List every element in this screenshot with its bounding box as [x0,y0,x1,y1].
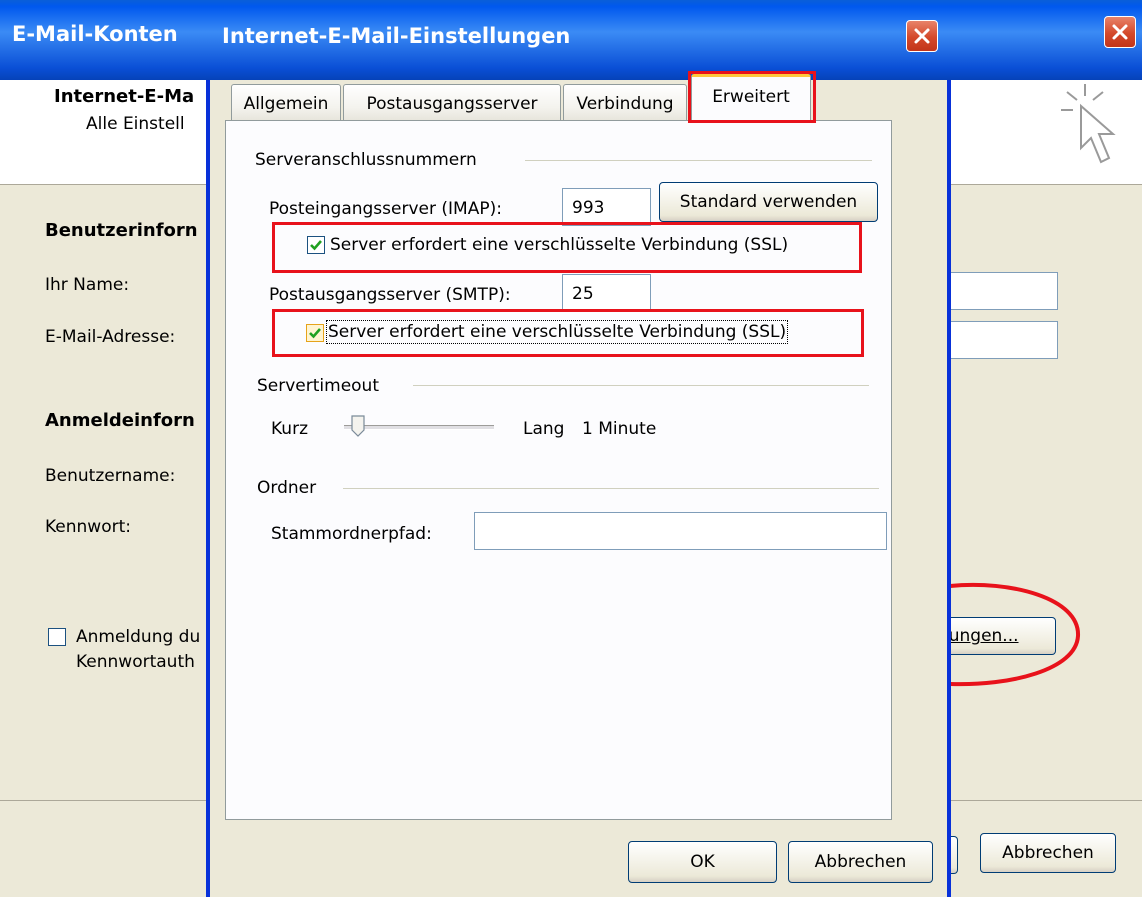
outgoing-port-value: 25 [572,284,594,304]
tab-postausgangsserver-label: Postausgangsserver [366,94,538,114]
label-password: Kennwort: [45,517,131,537]
incoming-ssl-checkbox[interactable] [307,236,325,254]
back-window-close-button[interactable] [1104,16,1136,48]
email-field-right-part[interactable] [950,321,1058,359]
checkmark-icon [310,240,322,251]
auth-checkbox-label-1: Anmeldung du [76,627,201,647]
dialog-title: Internet-E-Mail-Einstellungen [222,24,571,48]
dialog-close-button[interactable] [906,20,938,52]
group-timeout-label: Servertimeout [257,376,379,396]
back-cancel-button-label: Abbrechen [1002,843,1094,863]
timeout-slider[interactable] [340,412,500,442]
outgoing-port-label: Postausgangsserver (SMTP): [269,285,511,305]
outgoing-port-field[interactable]: 25 [562,274,651,312]
label-username: Benutzername: [45,466,176,486]
tab-verbindung-label: Verbindung [576,94,674,114]
timeout-short-label: Kurz [271,419,308,439]
section-user-info: Benutzerinforn [45,220,198,241]
slider-thumb-icon[interactable] [351,415,365,437]
cancel-button[interactable]: Abbrechen [788,841,933,883]
incoming-port-value: 993 [572,198,605,218]
outgoing-ssl-checkbox[interactable] [306,324,324,342]
label-name: Ihr Name: [45,275,130,295]
root-path-field[interactable] [474,512,887,550]
checkmark-icon [309,328,321,339]
group-folders-line [343,488,879,489]
timeout-slider-track [344,425,494,430]
tab-erweitert-highlight [688,71,816,123]
incoming-ssl-label: Server erfordert eine verschlüsselte Ver… [330,235,789,255]
cursor-sparkle-icon [1061,84,1116,164]
section-login-info: Anmeldeinforn [45,410,195,431]
group-timeout-line [413,385,869,386]
outgoing-ssl-label: Server erfordert eine verschlüsselte Ver… [325,320,789,344]
group-server-ports-label: Serveranschlussnummern [255,150,477,170]
back-cancel-button[interactable]: Abbrechen [980,833,1116,873]
root-path-label: Stammordnerpfad: [271,524,432,544]
ok-button[interactable]: OK [628,841,777,883]
name-field-right-part[interactable] [950,272,1058,310]
close-icon [914,28,930,44]
incoming-port-label: Posteingangsserver (IMAP): [269,199,502,219]
close-icon [1112,24,1128,40]
tab-allgemein-label: Allgemein [243,94,329,114]
tab-allgemein[interactable]: Allgemein [231,84,341,122]
tab-verbindung[interactable]: Verbindung [563,84,687,122]
ok-button-label: OK [690,852,715,872]
back-header-subtitle: Alle Einstell [86,114,185,134]
timeout-value: 1 Minute [582,419,657,439]
use-default-button-label: Standard verwenden [679,192,858,212]
tab-postausgangsserver[interactable]: Postausgangsserver [343,84,561,122]
group-folders-label: Ordner [257,478,317,498]
back-header-title: Internet-E-Ma [54,86,195,107]
use-default-button[interactable]: Standard verwenden [659,182,878,222]
cancel-button-label: Abbrechen [814,852,907,872]
auth-checkbox-label-2: Kennwortauth [76,652,195,672]
back-window-title: E-Mail-Konten [12,22,178,46]
group-server-ports-line [525,160,872,161]
auth-checkbox[interactable] [48,628,66,646]
incoming-port-field[interactable]: 993 [562,188,651,226]
red-ellipse-annotation [949,582,1081,687]
timeout-long-label: Lang [523,419,565,439]
label-email: E-Mail-Adresse: [45,327,176,347]
